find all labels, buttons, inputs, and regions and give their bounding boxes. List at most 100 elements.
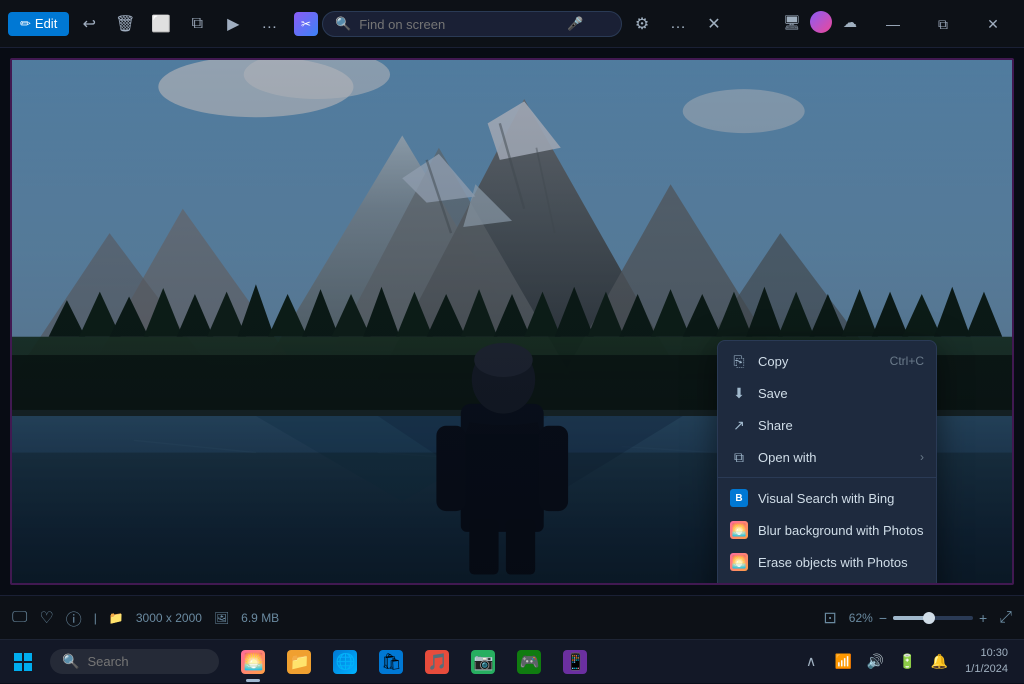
taskbar-search-input[interactable] (87, 654, 207, 669)
more-button[interactable]: … (253, 8, 285, 40)
taskbar-clock[interactable]: 10:30 1/1/2024 (957, 646, 1016, 677)
edit-button[interactable]: ✏ Edit (8, 12, 69, 36)
file-size: 6.9 MB (241, 611, 279, 625)
context-menu-bing-search[interactable]: B Visual Search with Bing (718, 482, 936, 514)
context-menu-copy[interactable]: ⎘ Copy Ctrl+C (718, 345, 936, 377)
system-tray-top: 🖥 ☁ (778, 8, 864, 36)
file-icon: 🖼 (214, 611, 229, 625)
zoom-minus-icon[interactable]: − (879, 610, 887, 626)
zoom-control: 62% − + (849, 610, 987, 626)
separator-icon: | (94, 611, 97, 625)
erase-objects-label: Erase objects with Photos (758, 555, 924, 570)
edit-icon: ✏ (20, 16, 31, 32)
taskbar-app-media[interactable]: 🎵 (415, 640, 459, 684)
zoom-slider[interactable] (893, 616, 973, 620)
active-indicator (246, 679, 260, 682)
share-label: Share (758, 418, 924, 433)
undo-button[interactable]: ↩ (73, 8, 105, 40)
zoom-plus-icon[interactable]: + (979, 610, 987, 626)
taskbar-app-store[interactable]: 🛍 (369, 640, 413, 684)
heart-icon[interactable]: ♡ (39, 608, 53, 628)
clock-date: 1/1/2024 (965, 662, 1008, 677)
taskbar-app-photos[interactable]: 🌅 (231, 640, 275, 684)
taskbar-app-xbox[interactable]: 🎮 (507, 640, 551, 684)
folder-icon: 📁 (109, 611, 124, 625)
windows-logo (14, 653, 32, 671)
taskbar-app-camera[interactable]: 📷 (461, 640, 505, 684)
open-with-label: Open with (758, 450, 910, 465)
minimize-button[interactable]: — (870, 8, 916, 40)
tray-volume[interactable]: 🔊 (861, 648, 889, 676)
context-menu-open-with[interactable]: ⧉ Open with › (718, 441, 936, 473)
zoom-thumb[interactable] (923, 612, 935, 624)
settings-button[interactable]: ⚙ (626, 8, 658, 40)
context-menu-erase-objects[interactable]: 🌅 Erase objects with Photos (718, 546, 936, 578)
status-bar: 🖵 ♡ ⓘ | 📁 3000 x 2000 🖼 6.9 MB ⊡ 62% − +… (0, 595, 1024, 639)
clock-time: 10:30 (965, 646, 1008, 661)
snip-logo: ✂ (294, 12, 318, 36)
tray-icon-monitor[interactable]: 🖥 (778, 8, 806, 36)
slideshow-button[interactable]: ▶ (217, 8, 249, 40)
crop-button[interactable]: ⬜ (145, 8, 177, 40)
top-toolbar: ✏ Edit ↩ 🗑 ⬜ ⧉ ▶ … ✂ 🔍 🎤 ⚙ … ✕ 🖥 ☁ (0, 0, 1024, 48)
address-bar: 🔍 🎤 (322, 11, 622, 37)
tray-chevron[interactable]: ∧ (797, 648, 825, 676)
fit-icon[interactable]: ⊡ (823, 608, 836, 628)
main-content: ⎘ Copy Ctrl+C ⬇ Save ↗ Share ⧉ Open wit (0, 48, 1024, 595)
tray-icon-cloud[interactable]: ☁ (836, 8, 864, 36)
close-tab-button[interactable]: ✕ (698, 8, 730, 40)
tray-notifications[interactable]: 🔔 (925, 648, 953, 676)
taskbar-app-files[interactable]: 📁 (277, 640, 321, 684)
app-window: ✏ Edit ↩ 🗑 ⬜ ⧉ ▶ … ✂ 🔍 🎤 ⚙ … ✕ 🖥 ☁ (0, 0, 1024, 683)
start-button[interactable] (0, 640, 46, 684)
taskbar-search[interactable]: 🔍 (50, 649, 219, 674)
taskbar-files-icon: 📁 (287, 650, 311, 674)
monitor-status-icon[interactable]: 🖵 (12, 609, 27, 627)
taskbar-edge-icon: 🌐 (333, 650, 357, 674)
photos-erase-icon: 🌅 (730, 553, 748, 571)
context-menu-save[interactable]: ⬇ Save (718, 377, 936, 409)
copy-shortcut: Ctrl+C (890, 354, 924, 368)
photos-blur-icon: 🌅 (730, 521, 748, 539)
open-icon: ⧉ (730, 448, 748, 466)
context-menu-blur-bg[interactable]: 🌅 Blur background with Photos (718, 514, 936, 546)
taskbar-xbox-icon: 🎮 (517, 650, 541, 674)
taskbar-extra-icon: 📱 (563, 650, 587, 674)
blur-bg-label: Blur background with Photos (758, 523, 924, 538)
taskbar-store-icon: 🛍 (379, 650, 403, 674)
tray-icon-purple[interactable] (810, 11, 832, 33)
copy-icon: ⎘ (730, 352, 748, 370)
save-label: Save (758, 386, 924, 401)
bing-search-label: Visual Search with Bing (758, 491, 924, 506)
taskbar-app-extra[interactable]: 📱 (553, 640, 597, 684)
copy-label: Copy (758, 354, 880, 369)
tray-network[interactable]: 📶 (829, 648, 857, 676)
bing-icon: B (730, 489, 748, 507)
edit-label: Edit (35, 16, 57, 31)
taskbar-app-edge[interactable]: 🌐 (323, 640, 367, 684)
search-input[interactable] (359, 17, 559, 32)
taskbar-camera-icon: 📷 (471, 650, 495, 674)
fullscreen-icon[interactable]: ⤢ (999, 609, 1012, 627)
more-options-button[interactable]: … (662, 8, 694, 40)
image-size: 3000 x 2000 (136, 611, 202, 625)
microphone-icon: 🎤 (567, 16, 583, 32)
menu-divider-1 (718, 477, 936, 478)
close-button[interactable]: ✕ (970, 8, 1016, 40)
maximize-button[interactable]: ⧉ (920, 8, 966, 40)
photo-area: ⎘ Copy Ctrl+C ⬇ Save ↗ Share ⧉ Open wit (10, 58, 1014, 585)
zoom-level: 62% (849, 611, 873, 625)
search-icon: 🔍 (335, 16, 351, 32)
copy-toolbar-button[interactable]: ⧉ (181, 8, 213, 40)
context-menu-remove-bg[interactable]: 🎨 Remove background with Paint (718, 578, 936, 585)
delete-button[interactable]: 🗑 (109, 8, 141, 40)
context-menu-share[interactable]: ↗ Share (718, 409, 936, 441)
search-taskbar-icon: 🔍 (62, 653, 79, 670)
address-bar-area: ✂ 🔍 🎤 ⚙ … ✕ (294, 8, 730, 40)
context-menu: ⎘ Copy Ctrl+C ⬇ Save ↗ Share ⧉ Open wit (717, 340, 937, 585)
tray-battery[interactable]: 🔋 (893, 648, 921, 676)
zoom-fill (893, 616, 925, 620)
taskbar: 🔍 🌅 📁 🌐 🛍 🎵 📷 🎮 (0, 639, 1024, 683)
info-icon[interactable]: ⓘ (66, 606, 82, 630)
taskbar-photos-icon: 🌅 (241, 650, 265, 674)
